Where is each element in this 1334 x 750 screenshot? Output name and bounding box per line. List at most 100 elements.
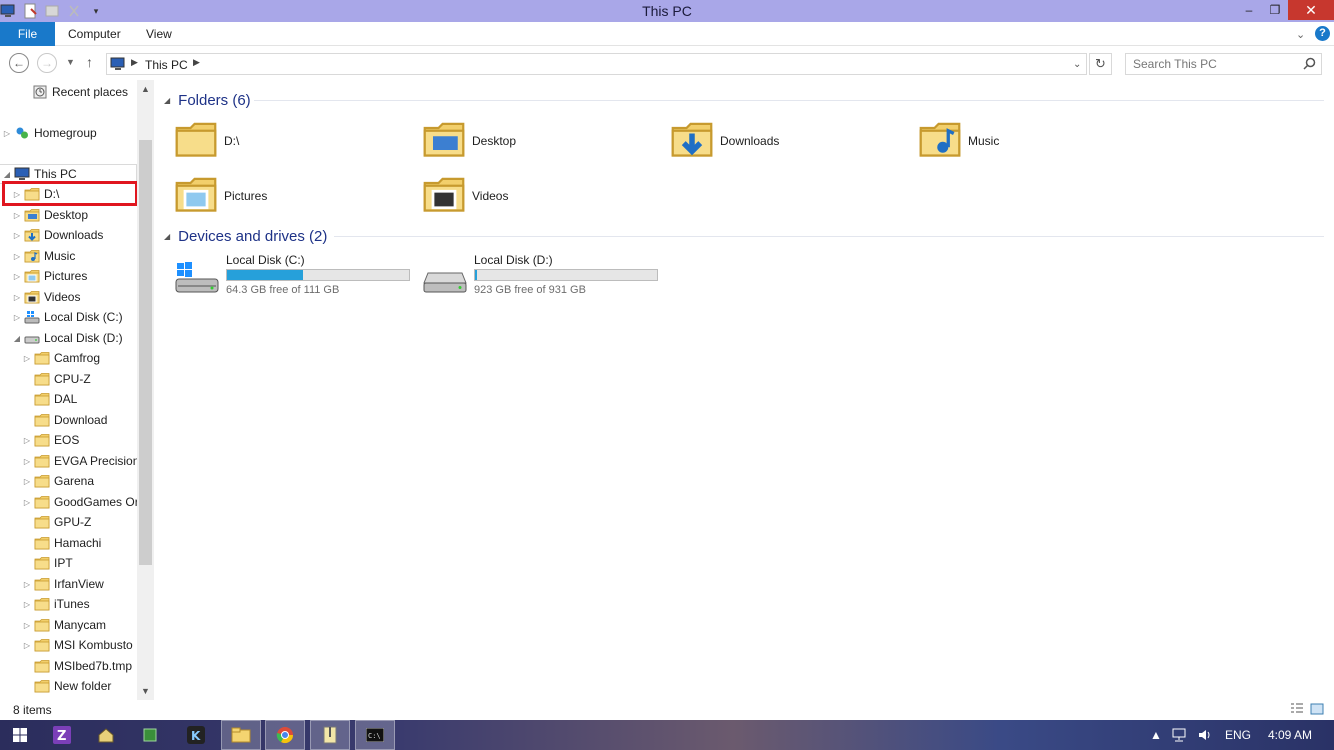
divider: [254, 100, 1324, 101]
group-header-folders[interactable]: ◢ Folders (6): [164, 89, 1324, 111]
taskbar-cmd[interactable]: C:\: [355, 720, 395, 750]
nav-scrollbar[interactable]: ▲ ▼: [137, 80, 154, 700]
nav-item[interactable]: ▷ Garena: [22, 471, 94, 491]
start-button[interactable]: [0, 720, 40, 750]
nav-item[interactable]: ▷ GoodGames Or: [22, 492, 139, 512]
nav-item[interactable]: ▷ EOS: [22, 430, 79, 450]
forward-button[interactable]: →: [37, 53, 57, 73]
expand-arrow-icon[interactable]: ▷: [2, 129, 12, 138]
expand-arrow-icon[interactable]: ▷: [22, 354, 32, 363]
network-icon[interactable]: [1172, 720, 1188, 750]
nav-item[interactable]: ▷ EVGA Precision: [22, 451, 139, 471]
folder-tile[interactable]: Downloads: [670, 116, 910, 166]
tab-view[interactable]: View: [146, 22, 172, 46]
taskbar-app-z[interactable]: Z: [42, 720, 82, 750]
taskbar-app-k[interactable]: K: [176, 720, 216, 750]
nav-item[interactable]: ◢ Local Disk (D:): [12, 328, 123, 348]
breadcrumb-separator-icon[interactable]: ▶: [131, 57, 138, 68]
folder-tile[interactable]: D:\: [174, 116, 414, 166]
nav-item[interactable]: IPT: [22, 553, 73, 573]
volume-icon[interactable]: [1197, 720, 1213, 750]
expand-arrow-icon[interactable]: ▷: [12, 231, 22, 240]
taskbar-app-home[interactable]: [86, 720, 126, 750]
scroll-thumb[interactable]: [139, 140, 152, 565]
back-button[interactable]: ←: [9, 53, 29, 73]
expand-arrow-icon[interactable]: ▷: [22, 621, 32, 630]
maximize-button[interactable]: ❐: [1262, 0, 1288, 20]
tab-file[interactable]: File: [0, 22, 55, 46]
expand-arrow-icon[interactable]: ▷: [22, 457, 32, 466]
expand-arrow-icon[interactable]: ▷: [12, 293, 22, 302]
nav-item[interactable]: ▷ Manycam: [22, 615, 106, 635]
nav-item[interactable]: Recent places: [20, 82, 128, 102]
expand-arrow-icon[interactable]: ▷: [22, 498, 32, 507]
expand-arrow-icon[interactable]: ▷: [12, 272, 22, 281]
drive-tile[interactable]: Local Disk (D:) 923 GB free of 931 GB: [422, 253, 662, 301]
nav-item[interactable]: ▷ Local Disk (C:): [12, 307, 123, 327]
nav-item[interactable]: New folder: [22, 676, 111, 696]
nav-item[interactable]: ▷ MSI Kombusto: [22, 635, 133, 655]
nav-item[interactable]: ▷ iTunes: [22, 594, 90, 614]
help-icon[interactable]: ?: [1315, 26, 1330, 41]
expand-arrow-icon[interactable]: ▷: [22, 600, 32, 609]
search-box[interactable]: [1125, 53, 1322, 75]
nav-item[interactable]: ▷ Camfrog: [22, 348, 100, 368]
language-indicator[interactable]: ENG: [1225, 720, 1251, 750]
search-input[interactable]: [1126, 54, 1296, 74]
nav-item[interactable]: ▷ Homegroup: [2, 123, 97, 143]
group-header-devices[interactable]: ◢ Devices and drives (2): [164, 225, 1324, 247]
breadcrumb-separator-icon[interactable]: ▶: [193, 57, 200, 68]
expand-arrow-icon[interactable]: ▷: [22, 580, 32, 589]
search-icon[interactable]: [1303, 57, 1316, 73]
tray-chevron-icon[interactable]: ▲: [1150, 720, 1162, 750]
expand-arrow-icon[interactable]: ▷: [12, 313, 22, 322]
expand-arrow-icon[interactable]: ▷: [22, 436, 32, 445]
nav-item[interactable]: ▷ Pictures: [12, 266, 87, 286]
nav-item[interactable]: ▷ Desktop: [12, 205, 88, 225]
taskbar-archive[interactable]: [310, 720, 350, 750]
recent-locations-icon[interactable]: ▼: [66, 57, 75, 67]
nav-item[interactable]: ▷ Music: [12, 246, 75, 266]
folder-icon: [34, 391, 50, 407]
nav-item[interactable]: GPU-Z: [22, 512, 91, 532]
large-icons-view-icon[interactable]: [1310, 702, 1324, 719]
address-bar[interactable]: ▶ This PC ▶ ⌄: [106, 53, 1087, 75]
nav-item[interactable]: ▷ Downloads: [12, 225, 103, 245]
expand-arrow-icon[interactable]: ▷: [12, 252, 22, 261]
refresh-button[interactable]: ↻: [1089, 53, 1112, 75]
minimize-button[interactable]: –: [1236, 0, 1262, 20]
breadcrumb-this-pc[interactable]: This PC: [145, 58, 188, 72]
up-button[interactable]: ↑: [86, 54, 93, 70]
nav-item[interactable]: ▷ IrfanView: [22, 574, 104, 594]
collapse-icon[interactable]: ◢: [164, 96, 170, 105]
music-folder-icon: [918, 117, 962, 165]
nav-item[interactable]: Download: [22, 410, 107, 430]
expand-ribbon-icon[interactable]: ⌄: [1296, 28, 1305, 41]
expand-arrow-icon[interactable]: ▷: [12, 211, 22, 220]
folder-tile[interactable]: Pictures: [174, 171, 414, 221]
nav-item[interactable]: Hamachi: [22, 533, 101, 553]
taskbar-app-green[interactable]: [130, 720, 170, 750]
nav-item[interactable]: ▷ Videos: [12, 287, 81, 307]
close-button[interactable]: ✕: [1288, 0, 1334, 20]
folder-tile[interactable]: Videos: [422, 171, 662, 221]
scroll-up-icon[interactable]: ▲: [141, 84, 150, 94]
taskbar-chrome[interactable]: [265, 720, 305, 750]
nav-item[interactable]: DAL: [22, 389, 77, 409]
nav-item[interactable]: MSIbed7b.tmp: [22, 656, 132, 676]
folder-tile[interactable]: Desktop: [422, 116, 662, 166]
address-dropdown-icon[interactable]: ⌄: [1073, 59, 1081, 70]
expand-arrow-icon[interactable]: ▷: [22, 641, 32, 650]
taskbar-file-explorer[interactable]: [221, 720, 261, 750]
nav-item[interactable]: CPU-Z: [22, 369, 91, 389]
collapse-arrow-icon[interactable]: ◢: [2, 170, 12, 179]
details-view-icon[interactable]: [1290, 702, 1304, 719]
collapse-arrow-icon[interactable]: ◢: [12, 334, 22, 343]
collapse-icon[interactable]: ◢: [164, 232, 170, 241]
drive-tile[interactable]: Local Disk (C:) 64.3 GB free of 111 GB: [174, 253, 414, 301]
folder-tile[interactable]: Music: [918, 116, 1158, 166]
clock[interactable]: 4:09 AM: [1268, 720, 1312, 750]
scroll-down-icon[interactable]: ▼: [141, 686, 150, 696]
tab-computer[interactable]: Computer: [68, 22, 121, 46]
expand-arrow-icon[interactable]: ▷: [22, 477, 32, 486]
